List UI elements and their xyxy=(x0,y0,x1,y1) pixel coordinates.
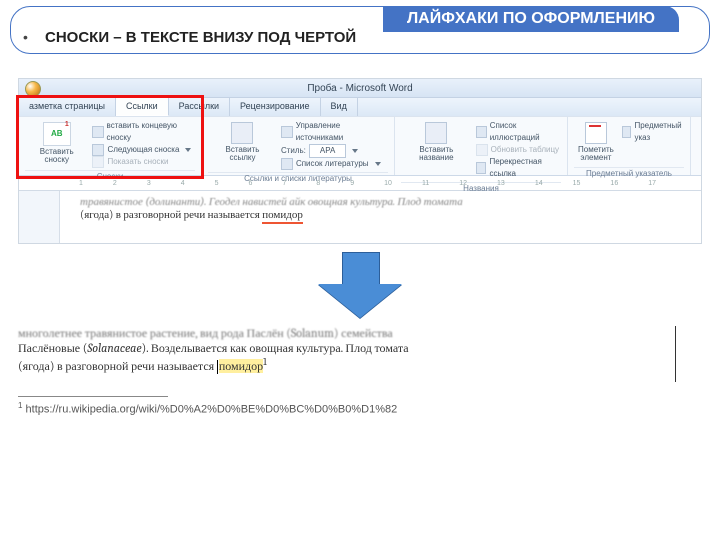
mark-entry-button[interactable]: Пометить элемент xyxy=(574,120,618,165)
tab-review[interactable]: Рецензирование xyxy=(230,98,321,116)
text-line: травянистое (долинанти). Геодел навистей… xyxy=(80,195,681,208)
insert-caption-button[interactable]: Вставить название xyxy=(401,120,472,165)
citation-icon xyxy=(231,122,253,144)
text-line: Паслёновые (Solanaceae). Возделывается к… xyxy=(18,341,702,356)
header-sub: СНОСКИ – В ТЕКСТЕ ВНИЗУ ПОД ЧЕРТОЙ xyxy=(45,29,356,46)
bibliography-button[interactable]: Список литературы xyxy=(281,158,388,170)
chevron-down-icon xyxy=(375,162,381,166)
update-table-button: Обновить таблицу xyxy=(476,144,561,156)
insert-citation-button[interactable]: Вставить ссылку xyxy=(208,120,277,165)
word-screenshot-before: Проба - Microsoft Word азметка страницы … xyxy=(18,78,702,244)
group-captions: Вставить название Список иллюстраций Обн… xyxy=(395,117,568,175)
footnote-text: 1 https://ru.wikipedia.org/wiki/%D0%A2%D… xyxy=(18,401,702,416)
tab-view[interactable]: Вид xyxy=(321,98,358,116)
bullet: • xyxy=(23,29,28,45)
insert-index-button[interactable]: Предметный указ xyxy=(622,120,684,144)
citation-style-select[interactable]: Стиль: APA xyxy=(281,144,388,158)
change-bar xyxy=(675,326,676,382)
highlight-box xyxy=(16,95,204,179)
table-of-figures-button[interactable]: Список иллюстраций xyxy=(476,120,561,144)
manage-sources-button[interactable]: Управление источниками xyxy=(281,120,388,144)
index-icon xyxy=(585,122,607,144)
text-cursor xyxy=(217,360,218,374)
word-screenshot-after: многолетнее травянистое растение, вид ро… xyxy=(18,326,702,374)
group-index: Пометить элемент Предметный указ Предмет… xyxy=(568,117,691,175)
footnote-separator xyxy=(18,396,168,397)
text-line: (ягода) в разговорной речи называется по… xyxy=(18,356,702,374)
text-line: (ягода) в разговорной речи называется по… xyxy=(80,208,681,221)
underlined-word: помидор xyxy=(262,208,303,224)
header-band: ЛАЙФХАКИ ПО ОФОРМЛЕНИЮ xyxy=(383,6,679,32)
highlighted-word: помидор xyxy=(219,359,263,373)
footnote-ref: 1 xyxy=(263,356,267,368)
text-line: многолетнее травянистое растение, вид ро… xyxy=(18,326,702,341)
group-citations: Вставить ссылку Управление источниками С… xyxy=(202,117,395,175)
document-area[interactable]: травянистое (долинанти). Геодел навистей… xyxy=(59,191,701,243)
chevron-down-icon xyxy=(352,149,358,153)
down-arrow-icon xyxy=(318,252,402,322)
caption-icon xyxy=(425,122,447,144)
slide-header: ЛАЙФХАКИ ПО ОФОРМЛЕНИЮ • СНОСКИ – В ТЕКС… xyxy=(10,6,710,54)
cross-reference-button[interactable]: Перекрестная ссылка xyxy=(476,156,561,180)
